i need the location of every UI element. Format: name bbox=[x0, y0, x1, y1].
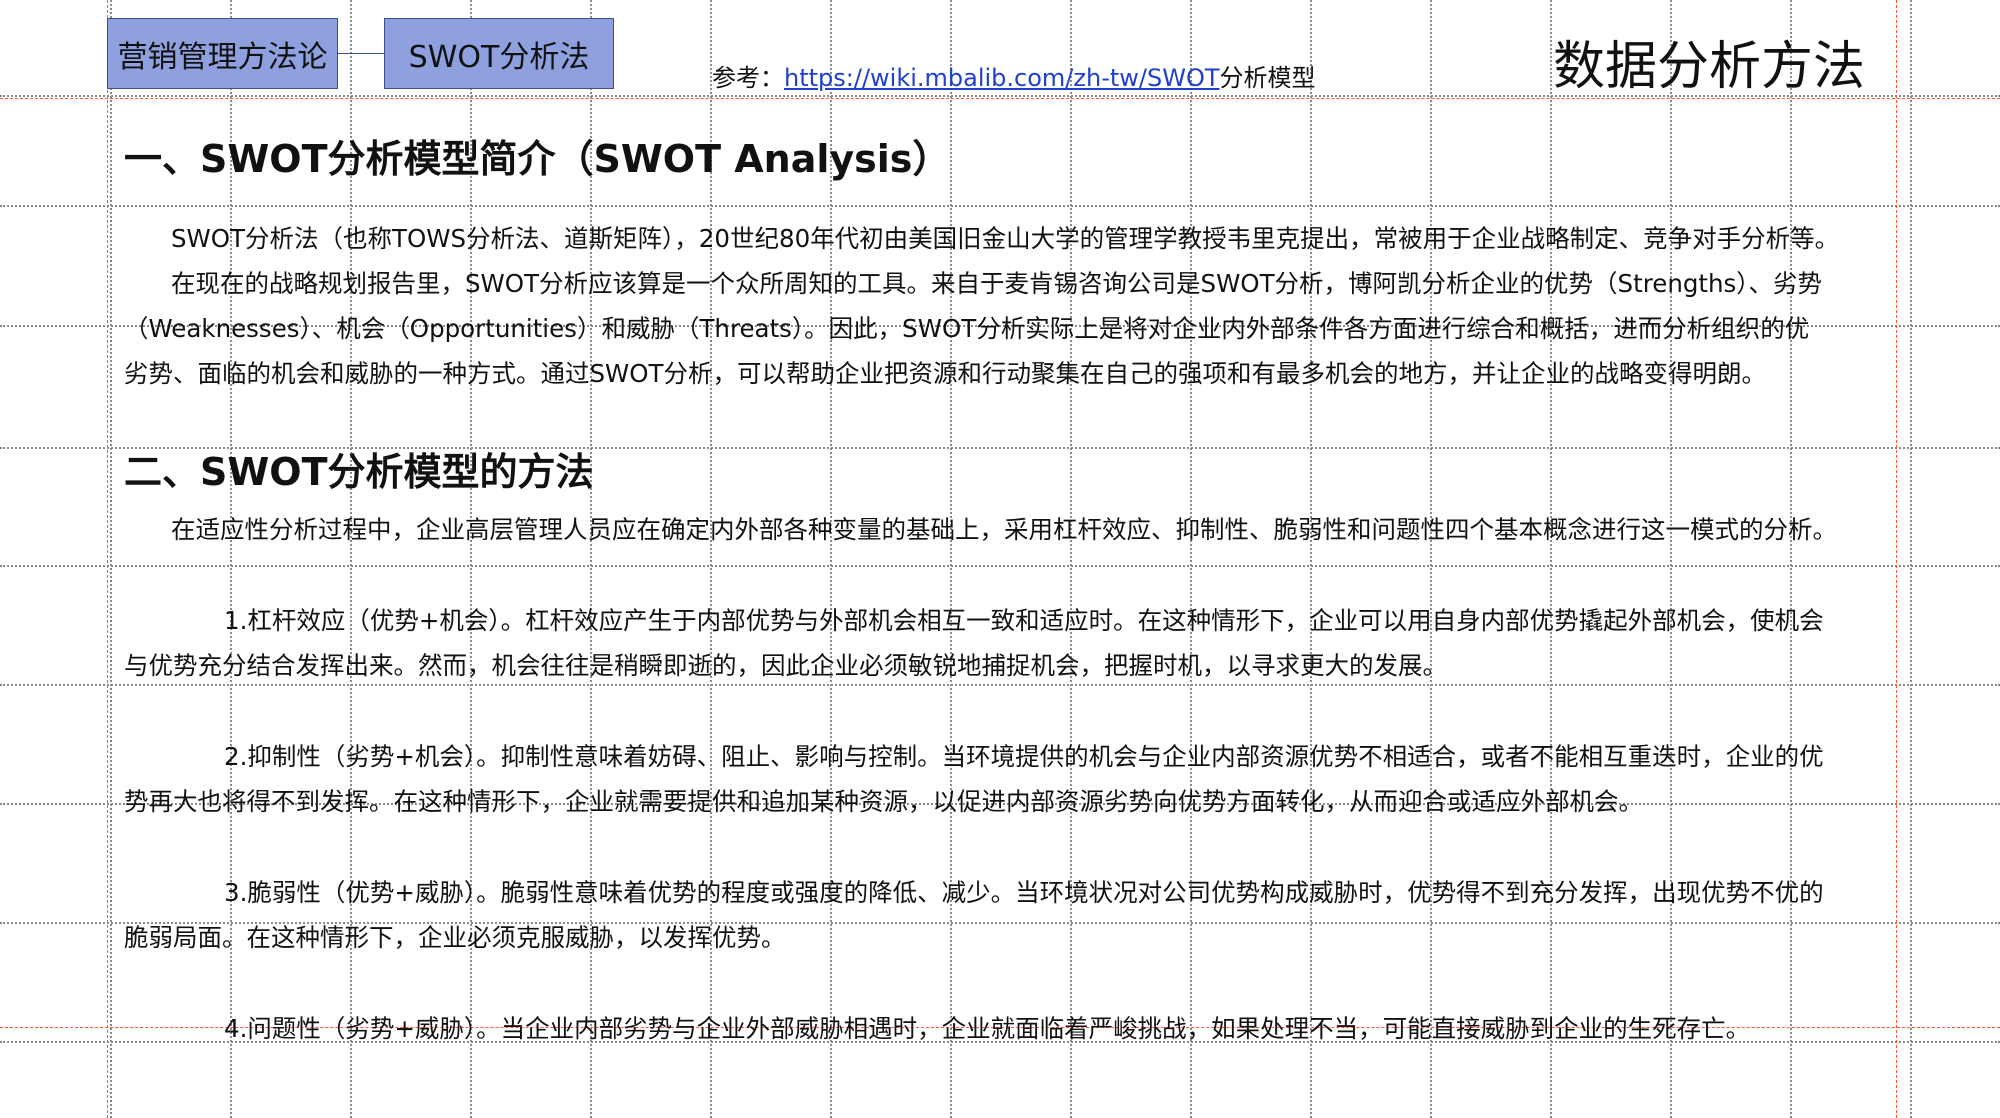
guide-line bbox=[107, 0, 108, 1118]
grid-line bbox=[1910, 0, 1912, 1118]
paragraph-line: （Weaknesses）、机会（Opportunities）和威胁（Threat… bbox=[124, 314, 1810, 343]
grid-line bbox=[1070, 0, 1072, 1118]
section-heading-methods: 二、SWOT分析模型的方法 bbox=[124, 450, 594, 494]
reference-suffix: 分析模型 bbox=[1219, 64, 1316, 92]
guide-line bbox=[1896, 0, 1897, 1118]
grid-line bbox=[1190, 0, 1192, 1118]
paragraph-line: 在适应性分析过程中，企业高层管理人员应在确定内外部各种变量的基础上，采用杠杆效应… bbox=[171, 515, 1837, 544]
grid-line bbox=[1550, 0, 1552, 1118]
reference-line: 参考：https://wiki.mbalib.com/zh-tw/SWOT分析模… bbox=[712, 58, 1316, 93]
list-item-line: 2.抑制性（劣势+机会）。抑制性意味着妨碍、阻止、影响与控制。当环境提供的机会与… bbox=[224, 742, 1824, 771]
section-heading-intro: 一、SWOT分析模型简介（SWOT Analysis） bbox=[124, 137, 951, 181]
list-item-line: 1.杠杆效应（优势+机会）。杠杆效应产生于内部优势与外部机会相互一致和适应时。在… bbox=[224, 606, 1824, 635]
list-item-line: 脆弱局面。在这种情形下，企业必须克服威胁，以发挥优势。 bbox=[124, 923, 786, 952]
page-title: 数据分析方法 bbox=[1553, 37, 1866, 97]
list-item-line: 3.脆弱性（优势+威胁）。脆弱性意味着优势的程度或强度的降低、减少。当环境状况对… bbox=[224, 878, 1824, 907]
paragraph-line: 在现在的战略规划报告里，SWOT分析应该算是一个众所周知的工具。来自于麦肯锡咨询… bbox=[171, 269, 1823, 298]
reference-link[interactable]: https://wiki.mbalib.com/zh-tw/SWOT bbox=[784, 64, 1220, 92]
paragraph-line: 劣势、面临的机会和威胁的一种方式。通过SWOT分析，可以帮助企业把资源和行动聚集… bbox=[124, 359, 1767, 388]
grid-line bbox=[0, 205, 2000, 207]
nav-connector bbox=[338, 53, 384, 54]
grid-line bbox=[110, 0, 112, 1118]
grid-line bbox=[1670, 0, 1672, 1118]
list-item-line: 势再大也将得不到发挥。在这种情形下，企业就需要提供和追加某种资源，以促进内部资源… bbox=[124, 787, 1643, 816]
grid-line bbox=[1430, 0, 1432, 1118]
list-item-line: 与优势充分结合发挥出来。然而，机会往往是稍瞬即逝的，因此企业必须敏锐地捕捉机会，… bbox=[124, 651, 1447, 680]
grid-line bbox=[0, 565, 2000, 567]
nav-box-marketing-methodology[interactable]: 营销管理方法论 bbox=[107, 18, 338, 89]
paragraph-line: SWOT分析法（也称TOWS分析法、道斯矩阵），20世纪80年代初由美国旧金山大… bbox=[171, 224, 1840, 253]
list-item-line: 4.问题性（劣势+威胁）。当企业内部劣势与企业外部威胁相遇时，企业就面临着严峻挑… bbox=[224, 1014, 1751, 1043]
reference-prefix: 参考： bbox=[712, 64, 784, 92]
grid-line bbox=[1790, 0, 1792, 1118]
grid-line bbox=[1310, 0, 1312, 1118]
nav-box-swot[interactable]: SWOT分析法 bbox=[384, 18, 614, 89]
